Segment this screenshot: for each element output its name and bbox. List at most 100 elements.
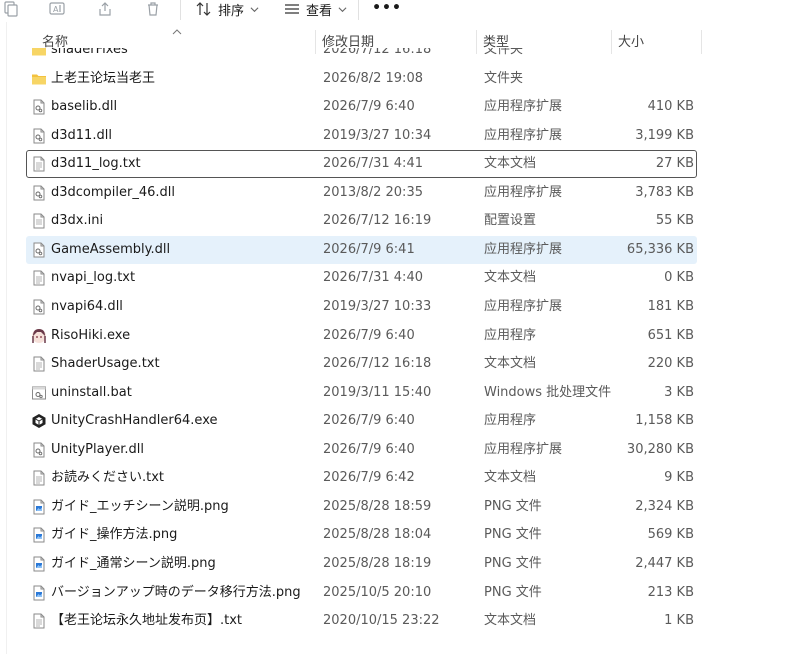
- file-list: shaderFixes 2026/7/12 16:18 文件夹 上老王论坛当老王 202…: [0, 48, 800, 654]
- file-row[interactable]: nvapi64.dll 2019/3/27 10:33 应用程序扩展 181 KB: [26, 293, 697, 321]
- file-name: d3d11.dll: [51, 127, 112, 143]
- view-button[interactable]: 查看: [284, 0, 347, 19]
- file-modified-date: 2025/10/5 20:10: [323, 584, 432, 600]
- copy-icon[interactable]: [0, 0, 22, 18]
- file-size: 2,324 KB: [635, 498, 694, 514]
- file-row[interactable]: ガイド_エッチシーン説明.png 2025/8/28 18:59 PNG 文件 2,3…: [26, 493, 697, 521]
- file-row[interactable]: uninstall.bat 2019/3/11 15:40 Windows 批处理文…: [26, 379, 697, 407]
- file-row[interactable]: お読みください.txt 2026/7/9 6:42 文本文档 9 KB: [26, 464, 697, 492]
- file-type: 应用程序扩展: [484, 241, 563, 257]
- file-modified-date: 2026/7/9 6:40: [323, 99, 415, 115]
- file-name: uninstall.bat: [51, 384, 132, 400]
- folder-icon: [31, 48, 47, 58]
- file-modified-date: 2025/8/28 18:19: [323, 555, 432, 571]
- file-size: 3,783 KB: [635, 184, 694, 200]
- view-lines-icon: [285, 4, 299, 14]
- file-name: ShaderUsage.txt: [51, 356, 160, 372]
- file-size: [612, 48, 694, 63]
- file-modified-date: 2020/10/15 23:22: [323, 613, 440, 628]
- file-type: 应用程序扩展: [484, 441, 563, 457]
- file-type: PNG 文件: [484, 555, 542, 571]
- file-name: ガイド_操作方法.png: [51, 527, 178, 543]
- sort-button[interactable]: 排序: [196, 0, 259, 19]
- command-bar: A 排序 查看 •••: [0, 0, 800, 22]
- file-size: 65,336 KB: [626, 241, 694, 257]
- file-type: 文本文档: [484, 270, 537, 286]
- file-size: 1,158 KB: [635, 413, 694, 429]
- file-row[interactable]: ガイド_操作方法.png 2025/8/28 18:04 PNG 文件 569 KB: [26, 521, 697, 549]
- file-type: 文本文档: [484, 156, 537, 172]
- file-type: 应用程序扩展: [484, 99, 563, 115]
- file-name: GameAssembly.dll: [51, 241, 171, 257]
- dll-file-icon: [31, 242, 47, 258]
- file-row[interactable]: nvapi_log.txt 2026/7/31 4:40 文本文档 0 KB: [26, 264, 697, 292]
- dll-file-icon: [31, 99, 47, 115]
- toolbar-separator: [180, 0, 181, 20]
- file-modified-date: 2026/8/2 19:08: [323, 70, 423, 86]
- file-type: Windows 批处理文件: [484, 384, 612, 400]
- file-row[interactable]: d3d11_log.txt 2026/7/31 4:41 文本文档 27 KB: [26, 150, 697, 179]
- file-row[interactable]: shaderFixes 2026/7/12 16:18 文件夹: [26, 48, 697, 64]
- file-size: 410 KB: [647, 99, 694, 115]
- dll-file-icon: [31, 128, 47, 144]
- file-name: baselib.dll: [51, 99, 118, 115]
- ini-file-icon: [31, 213, 47, 229]
- share-icon[interactable]: [94, 0, 116, 18]
- file-modified-date: 2026/7/9 6:40: [323, 441, 415, 457]
- file-modified-date: 2026/7/31 4:41: [323, 156, 423, 172]
- file-modified-date: 2026/7/12 16:18: [323, 356, 432, 372]
- view-label: 查看: [306, 3, 333, 19]
- batch-file-icon: [31, 385, 47, 401]
- file-modified-date: 2019/3/27 10:33: [323, 298, 432, 314]
- file-row[interactable]: ガイド_通常シーン説明.png 2025/8/28 18:19 PNG 文件 2,44…: [26, 550, 697, 578]
- file-type: 文件夹: [484, 48, 524, 57]
- file-modified-date: 2019/3/27 10:34: [323, 127, 432, 143]
- file-row[interactable]: RisoHiki.exe 2026/7/9 6:40 应用程序 651 KB: [26, 322, 697, 350]
- file-type: 应用程序扩展: [484, 298, 563, 314]
- file-row[interactable]: d3d11.dll 2019/3/27 10:34 应用程序扩展 3,199 KB: [26, 122, 697, 150]
- file-modified-date: 2026/7/9 6:41: [323, 241, 415, 257]
- text-file-icon: [31, 156, 47, 172]
- png-file-icon: [31, 556, 47, 572]
- file-row[interactable]: GameAssembly.dll 2026/7/9 6:41 应用程序扩展 65,33…: [26, 235, 697, 264]
- file-name: nvapi64.dll: [51, 298, 123, 314]
- file-type: PNG 文件: [484, 498, 542, 514]
- file-name: 【老王论坛永久地址发布页】.txt: [51, 613, 243, 628]
- file-size: 1 KB: [664, 613, 694, 628]
- delete-icon[interactable]: [142, 0, 164, 18]
- file-size: 27 KB: [655, 156, 694, 172]
- text-file-icon: [31, 470, 47, 486]
- app-avatar-icon: [31, 328, 47, 344]
- file-row[interactable]: baselib.dll 2026/7/9 6:40 应用程序扩展 410 KB: [26, 93, 697, 121]
- svg-text:A: A: [53, 5, 59, 14]
- file-size: 2,447 KB: [635, 555, 694, 571]
- dll-file-icon: [31, 442, 47, 458]
- png-file-icon: [31, 499, 47, 515]
- file-modified-date: 2013/8/2 20:35: [323, 184, 423, 200]
- file-row[interactable]: ShaderUsage.txt 2026/7/12 16:18 文本文档 220 KB: [26, 350, 697, 378]
- png-file-icon: [31, 527, 47, 543]
- file-row[interactable]: 【老王论坛永久地址发布页】.txt 2020/10/15 23:22 文本文档 1 K…: [26, 607, 697, 635]
- file-type: 文件夹: [484, 70, 524, 86]
- file-name: d3dx.ini: [51, 213, 104, 229]
- file-name: ガイド_通常シーン説明.png: [51, 555, 216, 571]
- file-size: 213 KB: [647, 584, 694, 600]
- text-file-icon: [31, 356, 47, 372]
- file-modified-date: 2026/7/31 4:40: [323, 270, 423, 286]
- file-row[interactable]: UnityPlayer.dll 2026/7/9 6:40 应用程序扩展 30,280…: [26, 436, 697, 464]
- folder-icon: [31, 71, 47, 87]
- file-size: 3 KB: [664, 384, 694, 400]
- file-name: UnityPlayer.dll: [51, 441, 145, 457]
- file-name: shaderFixes: [51, 48, 128, 57]
- file-row[interactable]: UnityCrashHandler64.exe 2026/7/9 6:40 应用程序…: [26, 407, 697, 435]
- file-name: UnityCrashHandler64.exe: [51, 413, 218, 429]
- unity-logo-icon: [31, 413, 47, 429]
- file-modified-date: 2025/8/28 18:04: [323, 527, 432, 543]
- file-row[interactable]: バージョンアップ時のデータ移行方法.png 2025/10/5 20:10 PNG …: [26, 579, 697, 607]
- more-options-button[interactable]: •••: [372, 0, 401, 16]
- file-row[interactable]: 上老王论坛当老王 2026/8/2 19:08 文件夹: [26, 65, 697, 93]
- file-row[interactable]: d3dcompiler_46.dll 2013/8/2 20:35 应用程序扩展 3,…: [26, 179, 697, 207]
- file-name: d3dcompiler_46.dll: [51, 184, 176, 200]
- file-row[interactable]: d3dx.ini 2026/7/12 16:19 配置设置 55 KB: [26, 207, 697, 235]
- rename-icon[interactable]: A: [46, 0, 68, 18]
